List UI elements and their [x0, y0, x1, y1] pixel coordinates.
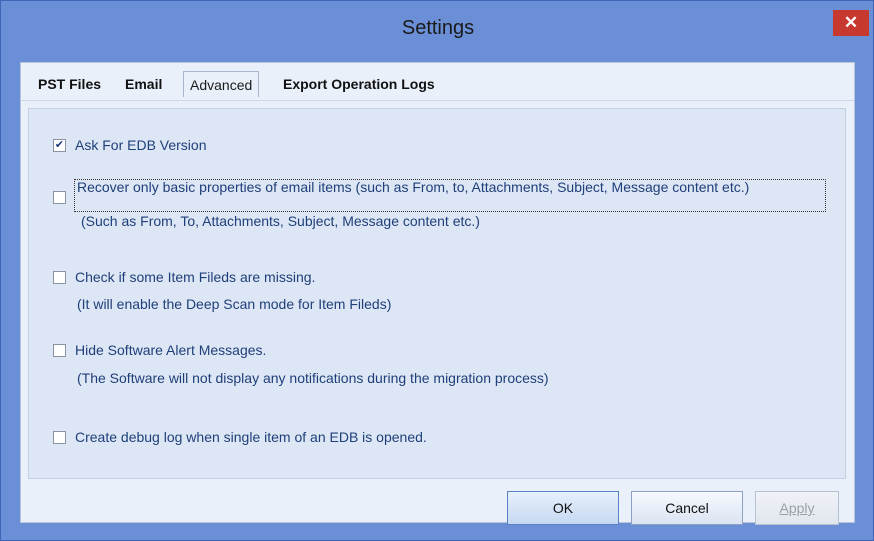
tab-export-operation-logs[interactable]: Export Operation Logs	[277, 71, 441, 97]
tab-strip: PST Files Email Advanced Export Operatio…	[21, 63, 854, 101]
ask-edb-version-checkbox[interactable]: ✔	[53, 139, 66, 152]
hide-alert-messages-note: (The Software will not display any notif…	[77, 370, 549, 386]
tab-email[interactable]: Email	[119, 71, 168, 97]
window-title: Settings	[401, 17, 475, 39]
tab-divider	[21, 100, 854, 101]
recover-basic-properties-label[interactable]: Recover only basic properties of email i…	[77, 179, 822, 196]
option-hide-alert-messages: Hide Software Alert Messages. (The Softw…	[53, 342, 843, 398]
create-debug-log-label[interactable]: Create debug log when single item of an …	[75, 429, 427, 445]
settings-window: Settings ✕ PST Files Email Advanced Expo…	[0, 0, 874, 541]
recover-basic-properties-checkbox[interactable]	[53, 191, 66, 204]
apply-button[interactable]: Apply	[755, 491, 839, 525]
option-recover-basic-properties: Recover only basic properties of email i…	[53, 179, 843, 239]
hide-alert-messages-label[interactable]: Hide Software Alert Messages.	[75, 342, 266, 358]
title-bar: Settings ✕	[1, 1, 874, 61]
tab-advanced[interactable]: Advanced	[183, 71, 260, 97]
dialog-body: PST Files Email Advanced Export Operatio…	[20, 62, 855, 525]
close-button[interactable]: ✕	[833, 10, 869, 36]
advanced-panel: ✔ Ask For EDB Version Recover only basic…	[28, 108, 846, 479]
hide-alert-messages-checkbox[interactable]	[53, 344, 66, 357]
recover-basic-properties-note: (Such as From, To, Attachments, Subject,…	[81, 213, 480, 229]
option-check-missing-fields: Check if some Item Fileds are missing. (…	[53, 269, 843, 325]
apply-button-label: Apply	[779, 500, 815, 516]
close-icon: ✕	[843, 13, 859, 32]
check-missing-fields-label[interactable]: Check if some Item Fileds are missing.	[75, 269, 315, 285]
ask-edb-version-label[interactable]: Ask For EDB Version	[75, 137, 207, 153]
create-debug-log-checkbox[interactable]	[53, 431, 66, 444]
ok-button[interactable]: OK	[507, 491, 619, 525]
checkmark-icon: ✔	[54, 139, 65, 151]
cancel-button[interactable]: Cancel	[631, 491, 743, 525]
option-create-debug-log: Create debug log when single item of an …	[53, 429, 843, 447]
check-missing-fields-checkbox[interactable]	[53, 271, 66, 284]
tab-pst-files[interactable]: PST Files	[32, 71, 107, 97]
check-missing-fields-note: (It will enable the Deep Scan mode for I…	[77, 296, 392, 312]
